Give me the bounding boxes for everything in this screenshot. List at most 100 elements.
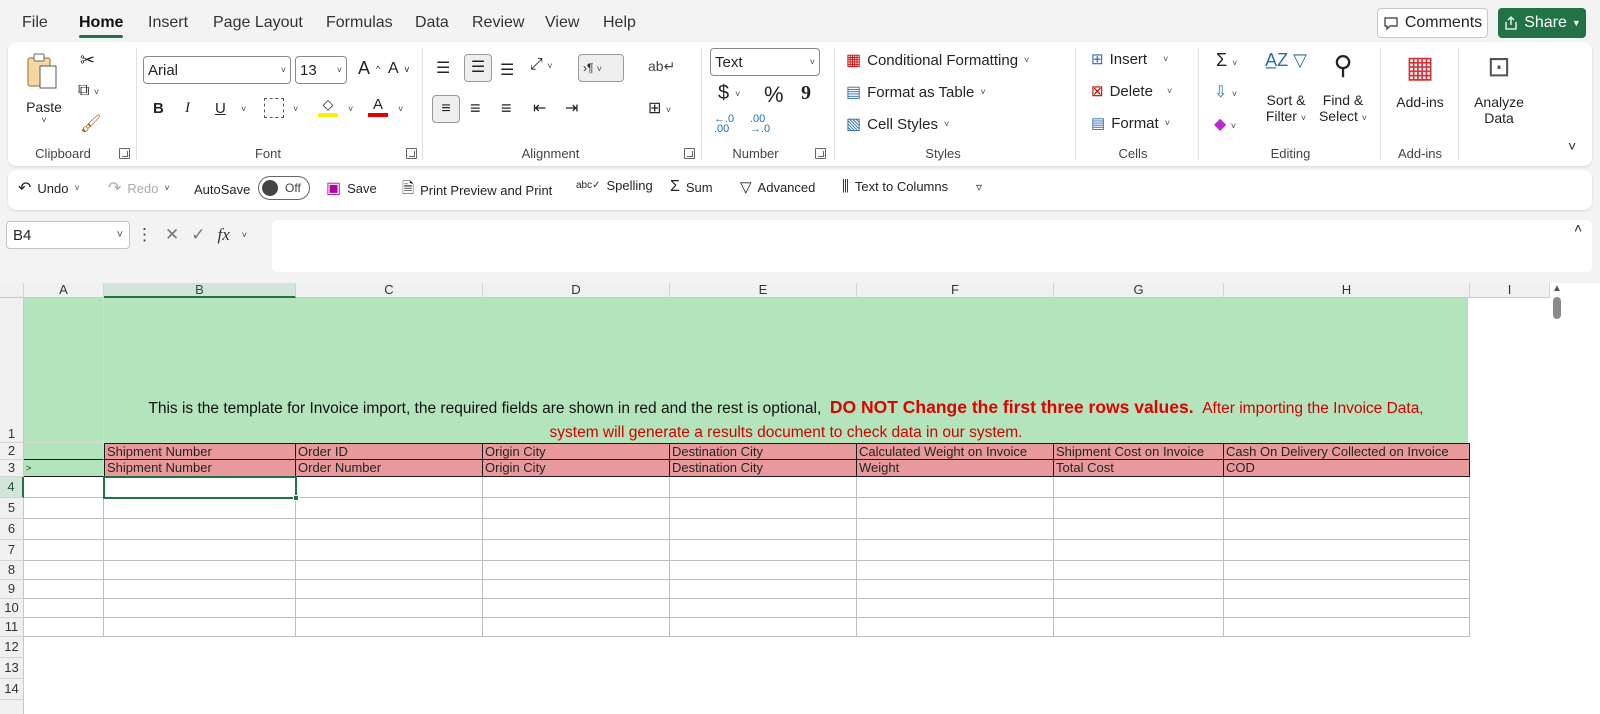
merge-center-icon[interactable]: ⊞ ˅ — [648, 98, 671, 118]
cell-b2[interactable]: Shipment Number — [104, 443, 296, 460]
decrease-decimal-icon[interactable]: .00 →.0 — [750, 114, 770, 135]
cell-g3[interactable]: Total Cost — [1054, 460, 1224, 477]
table-cell[interactable] — [483, 561, 670, 580]
table-cell[interactable] — [24, 519, 104, 540]
banner-cell-b1[interactable]: This is the template for Invoice import,… — [104, 298, 1468, 443]
cell-h2[interactable]: Cash On Delivery Collected on Invoice — [1224, 443, 1470, 460]
column-header-c[interactable]: C — [296, 283, 483, 298]
table-cell[interactable] — [857, 561, 1054, 580]
table-cell[interactable] — [24, 618, 104, 637]
copy-icon[interactable]: ⧉ ˅ — [78, 82, 99, 100]
cell-g2[interactable]: Shipment Cost on Invoice — [1054, 443, 1224, 460]
sort-filter-button[interactable]: A̲Z ▽ Sort & Filter ˅ — [1260, 50, 1312, 124]
menu-page-layout[interactable]: Page Layout — [213, 14, 303, 32]
select-all-corner[interactable] — [0, 283, 24, 298]
borders-icon[interactable] — [264, 98, 284, 118]
cut-icon[interactable]: ✂ — [80, 50, 95, 71]
row-header-6[interactable]: 6 — [0, 519, 24, 540]
cell-e2[interactable]: Destination City — [670, 443, 857, 460]
comments-button[interactable]: Comments — [1377, 8, 1488, 38]
align-center-icon[interactable]: ≡ — [470, 98, 481, 119]
table-cell[interactable] — [296, 580, 483, 599]
table-cell[interactable] — [483, 540, 670, 561]
menu-help[interactable]: Help — [603, 14, 636, 32]
scroll-up-icon[interactable]: ▲ — [1552, 283, 1562, 294]
table-cell[interactable] — [1054, 561, 1224, 580]
column-header-e[interactable]: E — [670, 283, 857, 298]
alignment-launcher-icon[interactable] — [684, 148, 695, 159]
table-cell[interactable] — [483, 477, 670, 498]
chevron-down-icon[interactable]: ˅ — [398, 104, 403, 114]
row-header-14[interactable]: 14 — [0, 679, 24, 700]
more-options-icon[interactable]: ⋮ — [136, 225, 153, 245]
table-cell[interactable] — [857, 477, 1054, 498]
customize-toolbar-icon[interactable]: ▿ — [976, 180, 982, 194]
cell-d3[interactable]: Origin City — [483, 460, 670, 477]
table-cell[interactable] — [1224, 540, 1470, 561]
chevron-down-icon[interactable]: ˅ — [348, 104, 353, 114]
table-cell[interactable] — [1224, 519, 1470, 540]
table-cell[interactable] — [670, 477, 857, 498]
redo-button[interactable]: ↷ Redo ˅ — [108, 178, 170, 198]
format-as-table-button[interactable]: ▤ Format as Table ˅ — [846, 82, 986, 102]
chevron-down-icon[interactable]: ˅ — [293, 104, 298, 114]
table-cell[interactable] — [296, 561, 483, 580]
table-cell[interactable] — [1054, 498, 1224, 519]
comma-button[interactable]: 9 — [801, 82, 811, 105]
clipboard-launcher-icon[interactable] — [119, 148, 130, 159]
increase-decimal-icon[interactable]: ←.0.00 — [714, 114, 734, 135]
find-select-button[interactable]: ⚲ Find & Select ˅ — [1315, 50, 1371, 124]
percent-button[interactable]: % — [764, 82, 784, 108]
table-cell[interactable] — [296, 540, 483, 561]
text-to-columns-button[interactable]: ⫼ Text to Columns — [842, 178, 948, 195]
table-cell[interactable] — [1054, 519, 1224, 540]
number-launcher-icon[interactable] — [815, 148, 826, 159]
font-family-select[interactable]: Arial ˅ — [143, 56, 291, 84]
share-button[interactable]: Share ▼ — [1498, 8, 1586, 38]
row-header-2[interactable]: 2 — [0, 443, 24, 460]
format-cells-button[interactable]: ▤ Format ˅ — [1091, 114, 1170, 133]
wrap-text-icon[interactable]: ab↵ — [648, 58, 675, 75]
underline-button[interactable]: U — [215, 100, 226, 117]
increase-indent-icon[interactable]: ⇥ — [565, 98, 578, 118]
cell-a3[interactable]: > — [24, 460, 104, 477]
scrollbar-thumb[interactable] — [1553, 297, 1561, 319]
save-button[interactable]: ▣ Save — [326, 178, 377, 198]
decrease-font-icon[interactable]: Av — [388, 60, 409, 78]
row-header-15[interactable] — [0, 700, 24, 714]
cell-e3[interactable]: Destination City — [670, 460, 857, 477]
table-cell[interactable] — [24, 561, 104, 580]
row-header-12[interactable]: 12 — [0, 637, 24, 658]
menu-review[interactable]: Review — [472, 14, 524, 32]
table-cell[interactable] — [483, 519, 670, 540]
cell-f2[interactable]: Calculated Weight on Invoice — [857, 443, 1054, 460]
chevron-down-icon[interactable]: ˅ — [241, 104, 246, 114]
table-cell[interactable] — [1224, 477, 1470, 498]
add-ins-button[interactable]: ▦ Add-ins — [1388, 50, 1452, 110]
font-size-select[interactable]: 13 ˅ — [295, 56, 347, 84]
table-cell[interactable] — [857, 540, 1054, 561]
table-cell[interactable] — [1054, 477, 1224, 498]
table-cell[interactable] — [1224, 599, 1470, 618]
cell-b3[interactable]: Shipment Number — [104, 460, 296, 477]
analyze-data-button[interactable]: ⊡ Analyze Data — [1466, 50, 1532, 126]
table-cell[interactable] — [104, 580, 296, 599]
table-cell[interactable] — [857, 599, 1054, 618]
row-header-8[interactable]: 8 — [0, 561, 24, 580]
table-cell[interactable] — [670, 540, 857, 561]
text-direction-icon[interactable]: ›¶ ˅ — [578, 54, 624, 82]
decrease-indent-icon[interactable]: ⇤ — [533, 98, 546, 118]
cell-a2[interactable] — [24, 443, 104, 460]
table-cell[interactable] — [1054, 599, 1224, 618]
fill-icon[interactable]: ⇩ ˅ — [1214, 82, 1237, 102]
table-cell[interactable] — [104, 599, 296, 618]
cell-styles-button[interactable]: ▧ Cell Styles ˅ — [846, 114, 949, 134]
table-cell[interactable] — [1224, 618, 1470, 637]
table-cell[interactable] — [24, 498, 104, 519]
menu-file[interactable]: File — [22, 14, 48, 32]
fill-handle[interactable] — [293, 495, 299, 501]
top-align-icon[interactable]: ☰ — [436, 58, 450, 78]
table-cell[interactable] — [1224, 498, 1470, 519]
autosave-toggle[interactable]: Off — [258, 176, 310, 200]
column-header-h[interactable]: H — [1224, 283, 1470, 298]
